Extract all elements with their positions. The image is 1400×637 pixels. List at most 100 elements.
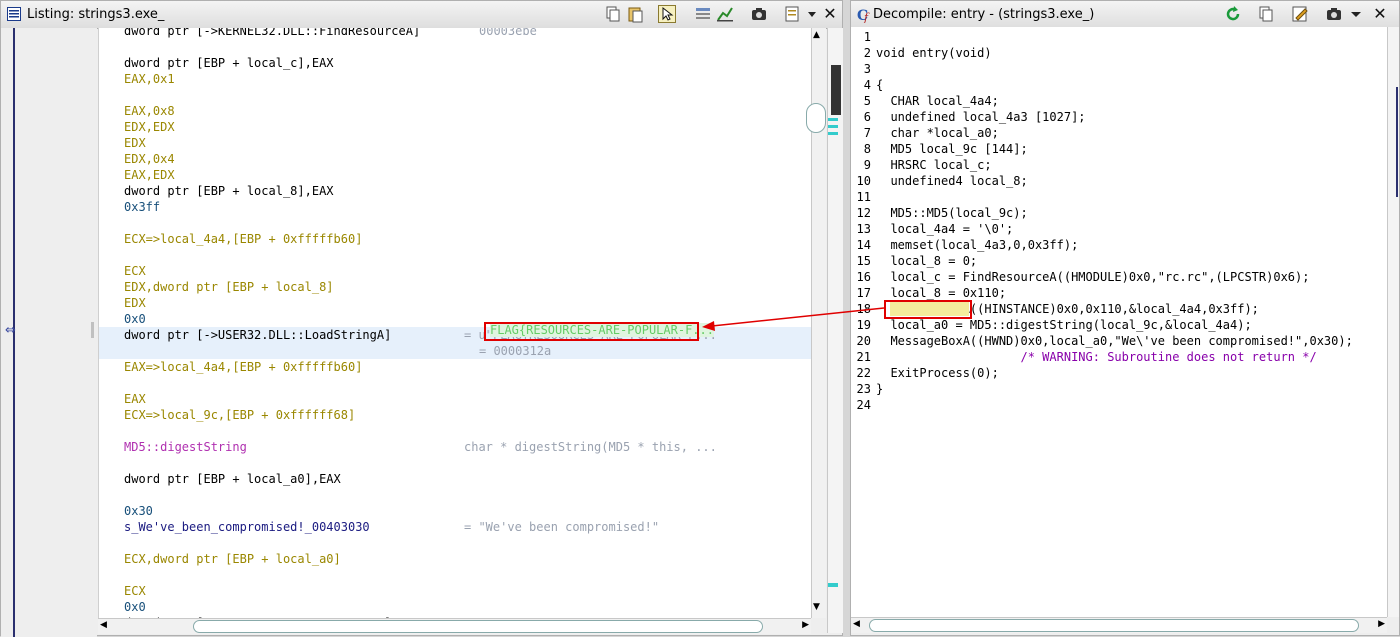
operand-text[interactable]: EAX,0x8 [124,103,175,119]
listing-row[interactable] [99,535,812,551]
decompile-vertical-scrollbar[interactable] [1387,27,1399,617]
listing-row[interactable]: 0x3ff [99,199,812,215]
code-line[interactable]: } [876,381,883,397]
listing-row[interactable]: dword ptr [EBP + local_c],EAX [99,55,812,71]
operand-text[interactable]: 0x30 [124,503,153,519]
operand-text[interactable]: EDX,0x4 [124,151,175,167]
operand-text[interactable]: ECX,dword ptr [EBP + local_a0] [124,551,341,567]
listing-row[interactable]: ECX [99,263,812,279]
listing-divider-handle[interactable] [91,322,94,338]
code-line[interactable]: memset(local_4a3,0,0x3ff); [876,237,1078,253]
scroll-up-icon[interactable]: ▲ [813,30,820,40]
listing-row[interactable]: EAX [99,391,812,407]
code-line[interactable]: /* WARNING: Subroutine does not return *… [876,349,1316,365]
dropdown-arrow-icon[interactable] [1347,5,1361,23]
operand-text[interactable]: ECX=>local_9c,[EBP + 0xffffff68] [124,407,355,423]
code-line[interactable]: MD5::MD5(local_9c); [876,205,1027,221]
listing-row[interactable]: = 0000312a [99,343,812,359]
operand-text[interactable]: dword ptr [EBP + local_c],EAX [124,55,334,71]
listing-row[interactable] [99,39,812,55]
decompile-hscroll-thumb[interactable] [869,619,1359,632]
snapshot-icon[interactable] [750,5,768,23]
listing-row[interactable]: dword ptr [EBP + local_8],EAX [99,183,812,199]
listing-row[interactable]: EDX,0x4 [99,151,812,167]
listing-overview-bar[interactable] [827,28,843,633]
listing-hscroll-thumb[interactable] [193,620,763,633]
listing-row[interactable] [99,215,812,231]
field-edit-icon[interactable] [694,5,712,23]
listing-row[interactable]: s_We've_been_compromised!_00403030 = "We'… [99,519,812,535]
listing-horizontal-scrollbar[interactable]: ◀ ▶ [98,618,811,634]
copy-icon[interactable] [604,5,622,23]
operand-text[interactable]: ECX [124,263,146,279]
operand-text[interactable]: 0x0 [124,311,146,327]
decompile-close-icon[interactable]: ✕ [1371,4,1389,23]
code-line[interactable]: local_8 = 0; [876,253,977,269]
scroll-down-icon[interactable]: ▼ [813,602,820,612]
listing-vscroll-thumb[interactable] [806,103,826,133]
dropdown-arrow-icon[interactable] [803,5,816,23]
operand-text[interactable]: dword ptr [->KERNEL32.DLL::FindResourceA… [124,28,420,39]
operand-text[interactable]: EDX,dword ptr [EBP + local_8] [124,279,334,295]
code-line[interactable]: local_8 = 0x110; [876,285,1006,301]
listing-row[interactable]: ECX=>local_9c,[EBP + 0xffffff68] [99,407,812,423]
listing-row[interactable]: ECX [99,583,812,599]
operand-text[interactable]: EDX [124,135,146,151]
operand-text[interactable]: dword ptr [->USER32.DLL::LoadStringA] [124,327,391,343]
operand-text[interactable]: EAX [124,391,146,407]
scroll-left-icon[interactable]: ◀ [100,620,107,630]
operand-text[interactable]: 0x3ff [124,199,160,215]
operand-text[interactable]: EDX,EDX [124,119,175,135]
listing-row[interactable]: EAX,0x1 [99,71,812,87]
code-line[interactable]: char *local_a0; [876,125,998,141]
scroll-right-icon[interactable]: ▶ [802,620,809,630]
operand-text[interactable]: EAX,EDX [124,167,175,183]
operand-text[interactable]: dword ptr [EBP + local_8],EAX [124,183,334,199]
code-line[interactable]: ExitProcess(0); [876,365,998,381]
operand-text[interactable]: EDX [124,295,146,311]
listing-row[interactable] [99,375,812,391]
code-line[interactable]: { [876,77,883,93]
listing-row[interactable]: ECX=>local_4a4,[EBP + 0xfffffb60] [99,231,812,247]
code-line[interactable]: void entry(void) [876,45,992,61]
listing-row[interactable]: dword ptr [EBP + local_a0],EAX [99,471,812,487]
scroll-left-icon[interactable]: ◀ [853,619,860,629]
listing-row[interactable]: EDX [99,295,812,311]
listing-row[interactable]: MD5::digestString char * digestString(MD5… [99,439,812,455]
listing-row[interactable]: EAX,0x8 [99,103,812,119]
copy-icon[interactable] [1257,5,1275,23]
operand-text[interactable]: dword ptr [EBP + local_a0],EAX [124,471,341,487]
graph-view-icon[interactable] [716,5,734,23]
refresh-icon[interactable] [1224,5,1242,23]
listing-row[interactable]: 0x0 [99,599,812,615]
edit-signature-icon[interactable] [1291,5,1309,23]
code-line[interactable]: undefined4 local_8; [876,173,1027,189]
operand-text[interactable]: ECX=>local_4a4,[EBP + 0xfffffb60] [124,231,362,247]
options-menu-icon[interactable] [784,5,802,23]
listing-row[interactable]: EDX,dword ptr [EBP + local_8] [99,279,812,295]
operand-text[interactable]: EAX,0x1 [124,71,175,87]
code-line[interactable]: undefined local_4a3 [1027]; [876,109,1085,125]
operand-text[interactable]: ECX [124,583,146,599]
listing-row[interactable]: EDX,EDX [99,119,812,135]
listing-row[interactable]: EAX,EDX [99,167,812,183]
cursor-select-icon[interactable] [658,5,676,23]
listing-row[interactable] [99,423,812,439]
listing-row[interactable] [99,455,812,471]
listing-row[interactable] [99,247,812,263]
code-line[interactable]: local_4a4 = '\0'; [876,221,1013,237]
paste-icon[interactable] [626,5,644,23]
listing-row[interactable]: dword ptr [->KERNEL32.DLL::FindResourceA… [99,28,812,39]
decompile-code-area[interactable]: void entry(void) { CHAR local_4a4; undefi… [873,27,1387,617]
listing-row[interactable]: 0x30 [99,503,812,519]
listing-row[interactable] [99,87,812,103]
operand-text[interactable]: s_We've_been_compromised!_00403030 [124,519,370,535]
listing-close-icon[interactable]: ✕ [821,4,839,23]
operand-text[interactable]: 0x0 [124,599,146,615]
listing-row[interactable]: EAX=>local_4a4,[EBP + 0xfffffb60] [99,359,812,375]
listing-row[interactable]: ECX,dword ptr [EBP + local_a0] [99,551,812,567]
code-line[interactable]: MD5 local_9c [144]; [876,141,1027,157]
code-line[interactable]: local_c = FindResourceA((HMODULE)0x0,"rc… [876,269,1309,285]
code-line[interactable]: MessageBoxA((HWND)0x0,local_a0,"We\'ve b… [876,333,1352,349]
scroll-right-icon[interactable]: ▶ [1378,619,1385,629]
